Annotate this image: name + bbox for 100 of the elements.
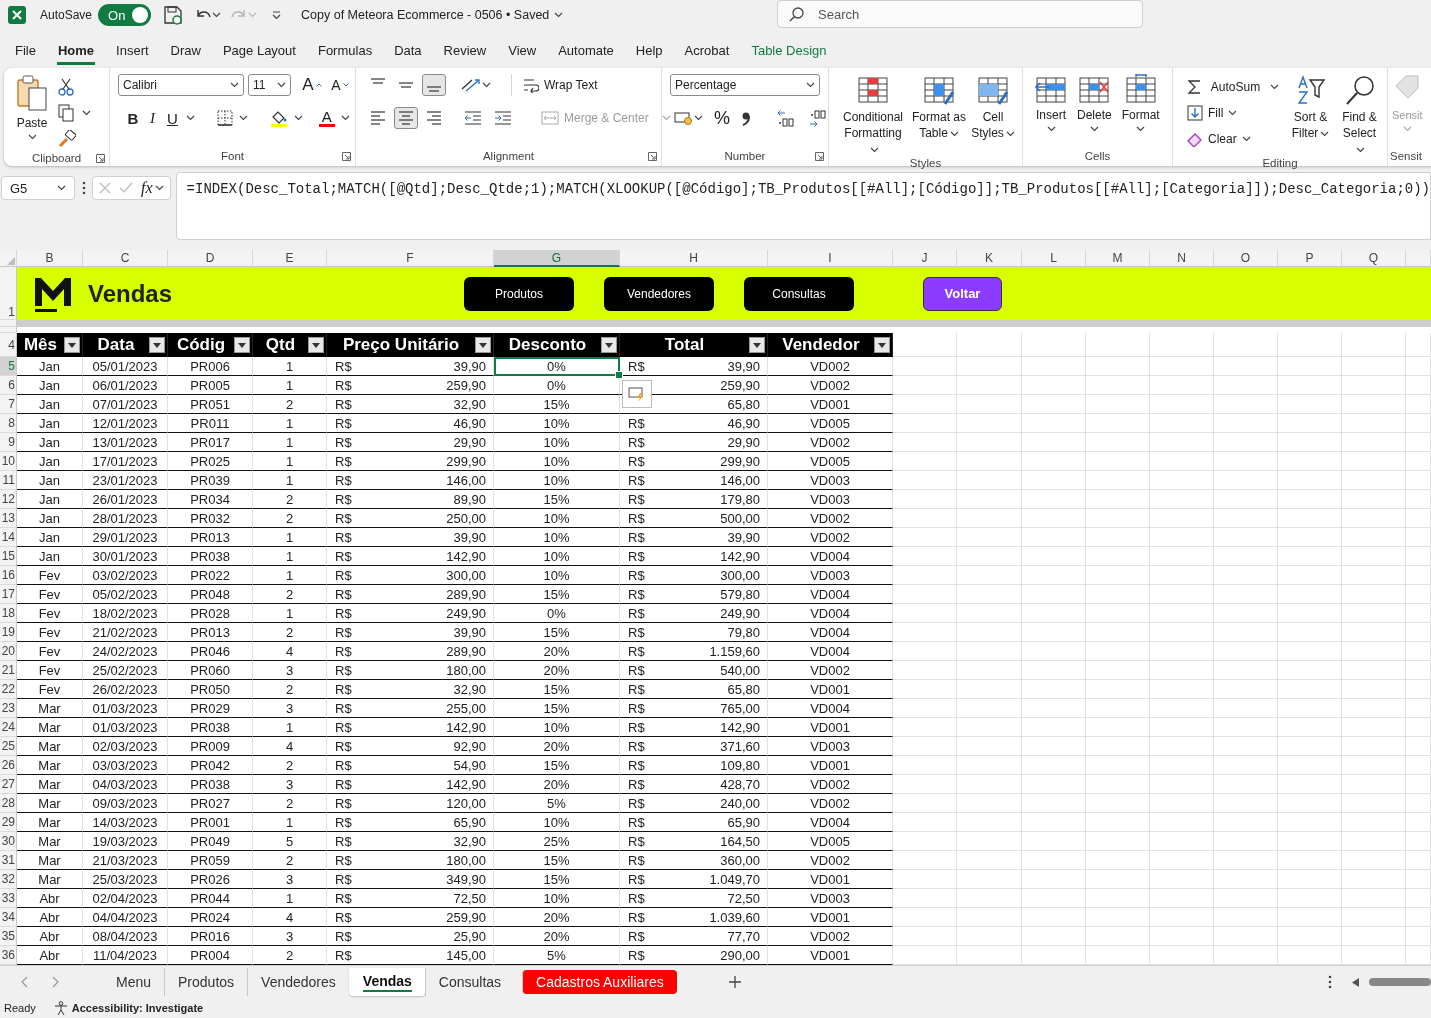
table-cell[interactable]: 15% bbox=[494, 851, 620, 870]
nav-button[interactable]: Produtos bbox=[464, 276, 574, 311]
table-cell[interactable]: 15% bbox=[494, 680, 620, 699]
table-cell[interactable]: 15% bbox=[494, 756, 620, 775]
scroll-left-button[interactable] bbox=[1352, 977, 1359, 987]
ribbon-tab[interactable]: Automate bbox=[557, 39, 615, 65]
font-color-button[interactable]: A bbox=[314, 107, 354, 129]
ribbon-tab[interactable]: Data bbox=[393, 39, 423, 65]
font-size-dropdown[interactable]: 11 bbox=[248, 74, 291, 96]
table-cell[interactable]: 15% bbox=[494, 490, 620, 509]
formula-field[interactable]: =INDEX(Desc_Total;MATCH([@Qtd];Desc_Qtde;1);MATCH(XLOOKUP([@Código];TB_Produtos[[#All];[Código]];TB_Produtos[[#All];[Categoria]]);Desc_Categoria;0)) bbox=[175, 172, 1431, 240]
filter-button[interactable] bbox=[475, 337, 491, 353]
table-cell[interactable]: 15% bbox=[494, 870, 620, 889]
table-cell[interactable]: 15% bbox=[494, 623, 620, 642]
table-cell[interactable]: 0% bbox=[494, 604, 620, 623]
nav-button[interactable]: Consultas bbox=[744, 276, 854, 311]
ribbon-tab[interactable]: Home bbox=[56, 39, 96, 65]
table-cell[interactable]: 10% bbox=[494, 509, 620, 528]
nav-button[interactable]: Vendedores bbox=[604, 276, 714, 311]
paste-button[interactable]: Paste bbox=[16, 74, 48, 150]
filter-button[interactable] bbox=[749, 337, 765, 353]
ribbon-tab[interactable]: Review bbox=[442, 39, 488, 65]
center-button[interactable] bbox=[394, 107, 418, 129]
underline-button[interactable]: U bbox=[163, 107, 199, 129]
format-as-table-button[interactable]: Format as Table bbox=[911, 74, 967, 157]
table-cell[interactable]: 10% bbox=[494, 414, 620, 433]
wrap-text-button[interactable]: Wrap Text bbox=[519, 72, 602, 98]
autosum-button[interactable]: AutoSum bbox=[1183, 74, 1283, 100]
add-sheet-button[interactable] bbox=[728, 976, 741, 988]
number-format-dropdown[interactable]: Percentage bbox=[670, 74, 820, 96]
table-cell[interactable]: 20% bbox=[494, 775, 620, 794]
ribbon-tab[interactable]: Draw bbox=[169, 39, 202, 65]
name-box[interactable]: G5 bbox=[1, 176, 76, 200]
percent-style-button[interactable]: % bbox=[713, 107, 731, 129]
table-cell[interactable]: 25% bbox=[494, 832, 620, 851]
ribbon-tab[interactable]: Table Design bbox=[750, 39, 828, 65]
sheet-tab[interactable]: Consultas bbox=[424, 968, 515, 996]
insert-button[interactable]: Insert bbox=[1035, 74, 1067, 146]
sheet-tab[interactable]: Menu bbox=[103, 968, 165, 996]
bold-button[interactable]: B bbox=[124, 107, 142, 129]
ribbon-tab[interactable]: Insert bbox=[115, 39, 150, 65]
search-field[interactable]: Search bbox=[777, 0, 1143, 28]
table-cell[interactable]: 5% bbox=[494, 794, 620, 813]
sheet-tab[interactable]: Produtos bbox=[164, 968, 248, 996]
table-cell[interactable]: 10% bbox=[494, 452, 620, 471]
table-cell[interactable]: 10% bbox=[494, 718, 620, 737]
back-button[interactable]: Voltar bbox=[923, 276, 1002, 311]
table-cell[interactable]: 20% bbox=[494, 927, 620, 946]
filter-button[interactable] bbox=[308, 337, 324, 353]
document-title[interactable]: Copy of Meteora Ecommerce - 0506 • Saved bbox=[301, 8, 564, 22]
ribbon-tab[interactable]: Page Layout bbox=[221, 39, 297, 65]
scrollbar-thumb[interactable] bbox=[1369, 978, 1431, 986]
sheet-tab[interactable]: Cadastros Auxiliares bbox=[522, 970, 677, 994]
table-cell[interactable]: 10% bbox=[494, 433, 620, 452]
ribbon-tab[interactable]: Formulas bbox=[316, 39, 374, 65]
table-cell[interactable]: 10% bbox=[494, 889, 620, 908]
customize-toolbar-button[interactable] bbox=[272, 11, 282, 19]
bottom-align-button[interactable] bbox=[422, 74, 446, 96]
fill-handle[interactable] bbox=[615, 371, 623, 379]
table-cell[interactable]: 10% bbox=[494, 813, 620, 832]
table-cell[interactable]: 15% bbox=[494, 699, 620, 718]
filter-button[interactable] bbox=[874, 337, 890, 353]
font-name-dropdown[interactable]: Calibri bbox=[118, 74, 244, 96]
clear-button[interactable]: Clear bbox=[1183, 126, 1283, 152]
format-button[interactable]: Format bbox=[1121, 74, 1160, 146]
table-cell[interactable]: 10% bbox=[494, 471, 620, 490]
filter-button[interactable] bbox=[601, 337, 617, 353]
table-cell[interactable]: 20% bbox=[494, 908, 620, 927]
cell-styles-button[interactable]: Cell Styles bbox=[971, 74, 1015, 157]
table-cell[interactable]: 20% bbox=[494, 737, 620, 756]
italic-button[interactable]: I bbox=[146, 107, 159, 129]
autosave-toggle[interactable]: On bbox=[98, 4, 152, 26]
decrease-font-size-button[interactable]: A bbox=[331, 74, 349, 96]
filter-button[interactable] bbox=[64, 337, 80, 353]
accessibility-status[interactable]: Accessibility: Investigate bbox=[71, 1002, 204, 1014]
table-cell[interactable]: 20% bbox=[494, 661, 620, 680]
table-cell[interactable]: 20% bbox=[494, 642, 620, 661]
conditional-formatting-button[interactable]: Conditional Formatting bbox=[839, 74, 907, 157]
table-cell[interactable]: 0% bbox=[494, 376, 620, 395]
filter-button[interactable] bbox=[149, 337, 165, 353]
ribbon-tab[interactable]: Acrobat bbox=[683, 39, 731, 65]
sort-filter-button[interactable]: Sort & Filter bbox=[1289, 74, 1332, 157]
table-cell[interactable]: 10% bbox=[494, 528, 620, 547]
sheet-tab[interactable]: Vendedores bbox=[247, 968, 349, 996]
table-cell[interactable]: 15% bbox=[494, 585, 620, 604]
ribbon-tab[interactable]: File bbox=[14, 39, 37, 65]
table-cell[interactable]: 10% bbox=[494, 547, 620, 566]
find-select-button[interactable]: Find & Select bbox=[1338, 74, 1381, 157]
ribbon-tab[interactable]: View bbox=[507, 39, 538, 65]
delete-button[interactable]: Delete bbox=[1077, 74, 1112, 146]
table-cell[interactable]: 0% bbox=[494, 357, 620, 376]
save-button[interactable] bbox=[163, 5, 184, 25]
table-cell[interactable]: 15% bbox=[494, 395, 620, 414]
increase-font-size-button[interactable]: A bbox=[303, 74, 321, 96]
column-header[interactable]: G bbox=[494, 250, 620, 267]
filter-button[interactable] bbox=[234, 337, 250, 353]
ribbon-tab[interactable]: Help bbox=[634, 39, 664, 65]
fill-button[interactable]: Fill bbox=[1183, 100, 1283, 126]
sheet-tab[interactable]: Vendas bbox=[348, 968, 425, 996]
table-cell[interactable]: 10% bbox=[494, 566, 620, 585]
